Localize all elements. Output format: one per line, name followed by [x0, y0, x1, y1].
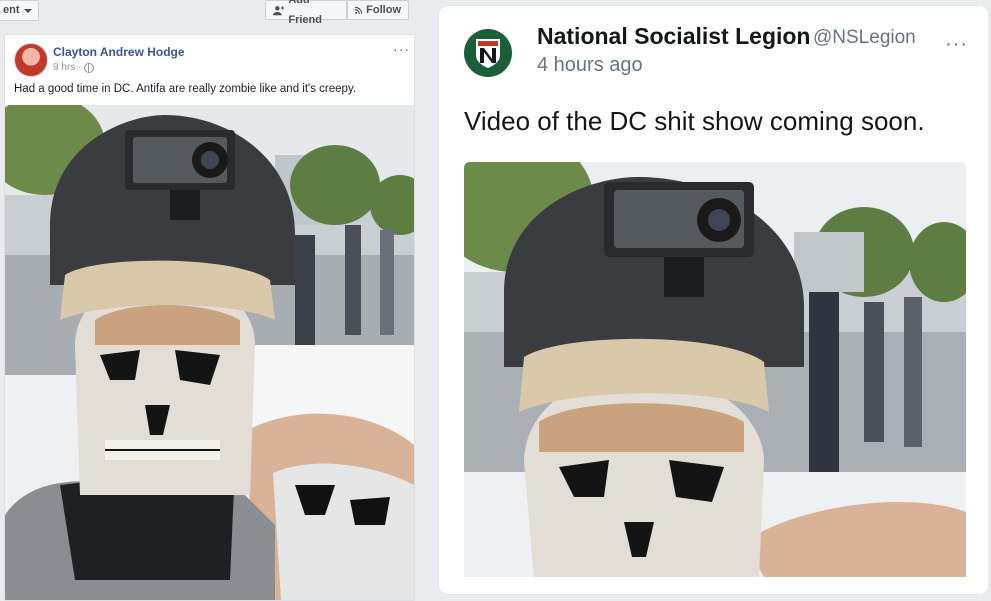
- friends-dropdown-button[interactable]: ent: [0, 0, 39, 21]
- post-timestamp: 9 hrs ·: [53, 62, 95, 73]
- caret-down-icon: [23, 8, 32, 13]
- tweet-options-icon[interactable]: ···: [945, 33, 968, 56]
- friends-dropdown-label: ent: [3, 4, 20, 16]
- rss-follow-icon: [355, 6, 363, 14]
- post-time[interactable]: 9 hrs ·: [53, 62, 81, 73]
- avatar[interactable]: [464, 29, 512, 77]
- tweet-text: Video of the DC shit show coming soon.: [464, 106, 925, 136]
- tweet-display-name[interactable]: National Socialist Legion: [537, 23, 810, 50]
- tweet-card: National Socialist Legion @NSLegion 4 ho…: [438, 5, 989, 595]
- follow-button[interactable]: Follow: [347, 0, 409, 20]
- avatar[interactable]: [14, 43, 48, 77]
- post-photo[interactable]: [5, 105, 414, 600]
- post-options-icon[interactable]: ···: [393, 41, 410, 57]
- tweet-handle[interactable]: @NSLegion: [813, 27, 916, 49]
- add-friend-button[interactable]: Add Friend: [265, 0, 347, 26]
- profile-action-bar: ent Add Friend Follow: [0, 0, 420, 26]
- follow-label: Follow: [366, 4, 401, 16]
- facebook-post: Clayton Andrew Hodge 9 hrs · ··· Had a g…: [4, 34, 415, 601]
- globe-icon: [84, 62, 95, 73]
- tweet-photo[interactable]: [464, 162, 966, 577]
- post-author-name[interactable]: Clayton Andrew Hodge: [53, 45, 185, 59]
- facebook-panel: ent Add Friend Follow Clayton Andrew Hod…: [0, 0, 420, 601]
- post-text: Had a good time in DC. Antifa are really…: [14, 83, 357, 95]
- add-friend-icon: [273, 5, 285, 15]
- shield-logo-icon: [476, 39, 500, 68]
- tweet-timestamp[interactable]: 4 hours ago: [537, 54, 643, 77]
- add-friend-label: Add Friend: [288, 0, 322, 26]
